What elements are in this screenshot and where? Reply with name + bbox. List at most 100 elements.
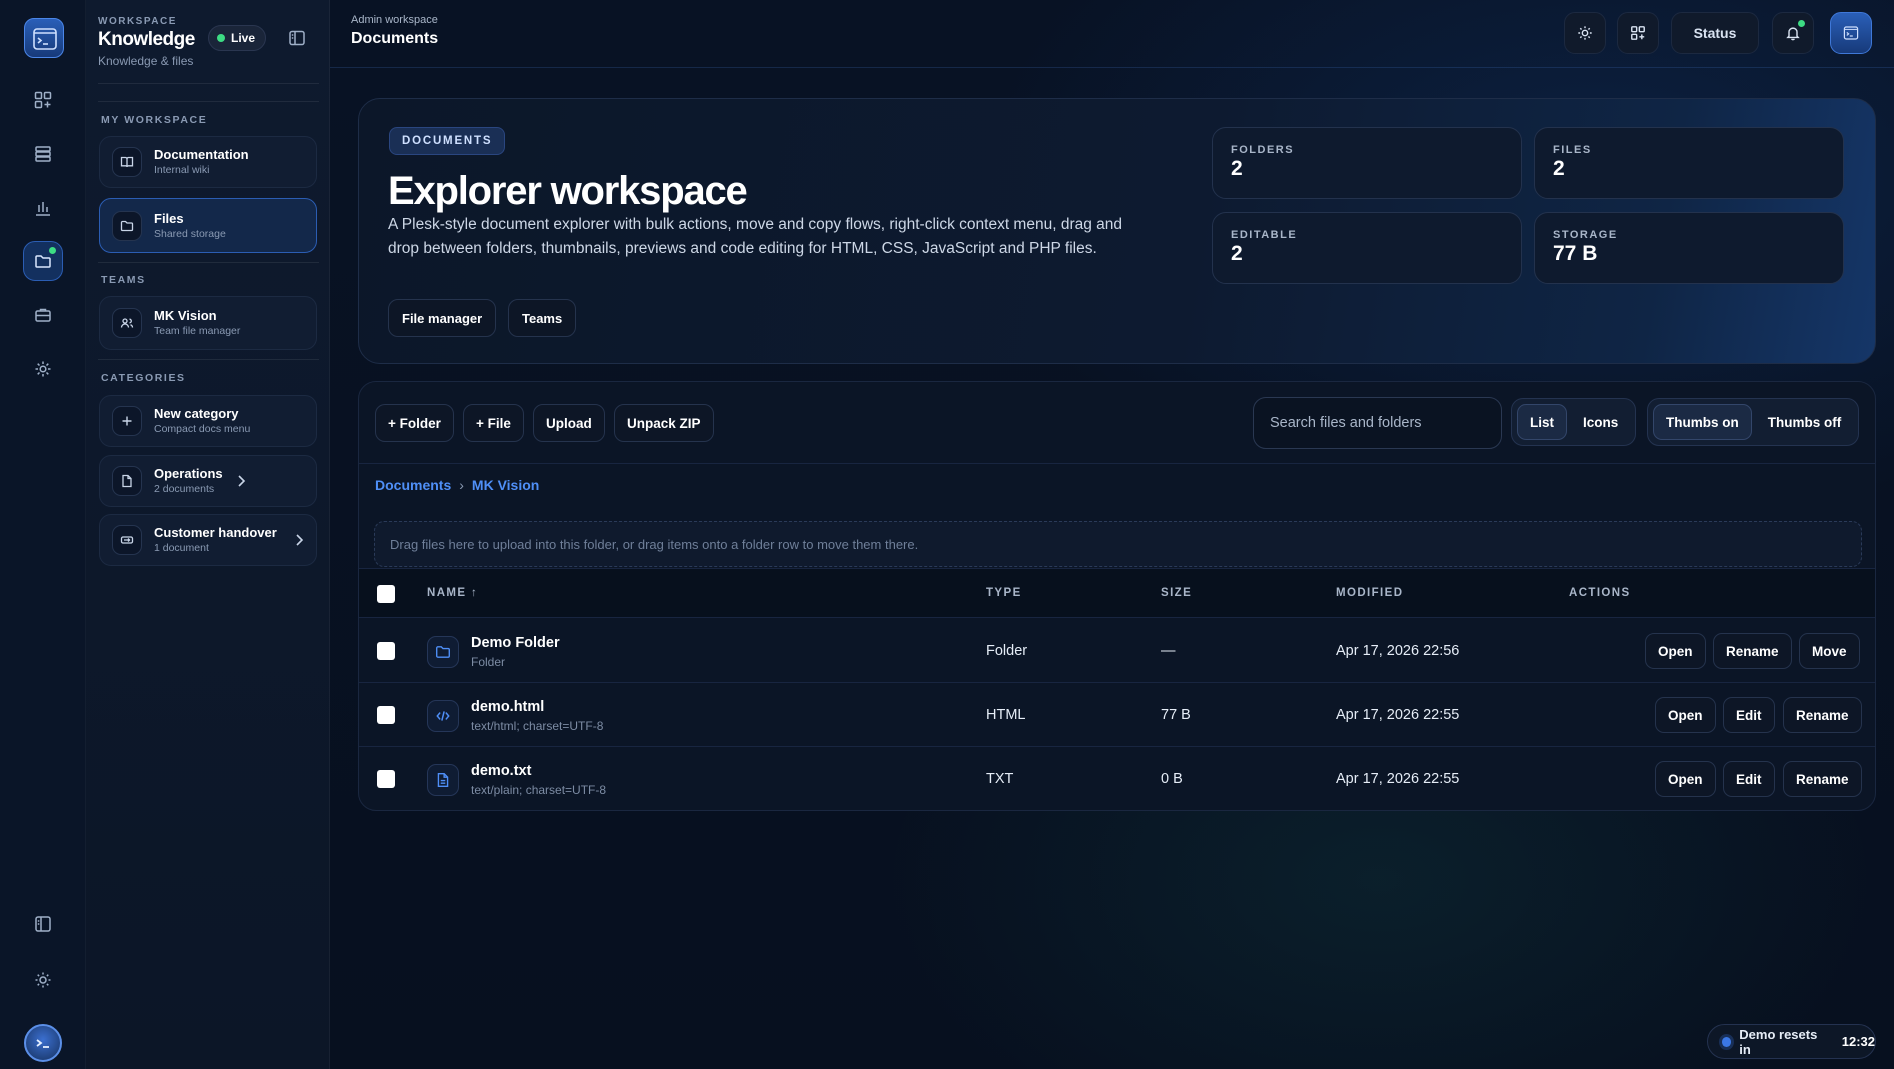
sidebar-item-mk-vision[interactable]: MK Vision Team file manager [99,296,317,350]
unpack-zip-button[interactable]: Unpack ZIP [614,404,714,442]
file-name[interactable]: demo.html [471,699,544,715]
hero-description: A Plesk-style document explorer with bul… [388,216,1123,257]
column-modified[interactable]: MODIFIED [1336,587,1403,599]
divider [98,359,319,360]
table-row[interactable]: demo.html text/html; charset=UTF-8 HTML … [359,683,1875,747]
live-label: Live [231,31,256,45]
live-dot-icon [217,34,225,42]
row-checkbox[interactable] [377,706,395,724]
sidebar-item-sub: Shared storage [154,227,226,240]
workspace-title: Knowledge [98,29,195,50]
sidebar-item-label: New category [154,406,239,422]
search-input[interactable]: Search files and folders [1253,397,1502,449]
sidebar-item-documentation[interactable]: Documentation Internal wiki [99,136,317,188]
edit-button[interactable]: Edit [1723,697,1775,733]
stat-files: FILES 2 [1534,127,1844,199]
sidebar-item-customer-handover[interactable]: Customer handover 1 document [99,514,317,566]
thumbs-off-button[interactable]: Thumbs off [1756,404,1854,440]
file-type: Folder [986,643,1028,659]
stat-editable: EDITABLE 2 [1212,212,1522,284]
stat-folders: FOLDERS 2 [1212,127,1522,199]
chevron-right-icon[interactable] [236,474,246,488]
divider [98,101,319,102]
sidebar-item-files[interactable]: Files Shared storage [99,198,317,253]
terminal-logo-icon[interactable] [24,18,64,58]
apps-grid-icon [1630,25,1646,41]
row-checkbox[interactable] [377,770,395,788]
status-button[interactable]: Status [1671,12,1759,54]
stat-label: EDITABLE [1231,229,1298,241]
rename-button[interactable]: Rename [1783,697,1862,733]
move-button[interactable]: Move [1799,633,1860,669]
table-row[interactable]: Demo Folder Folder Folder — Apr 17, 2026… [359,619,1875,683]
stat-value: 2 [1231,157,1243,180]
table-row[interactable]: demo.txt text/plain; charset=UTF-8 TXT 0… [359,747,1875,810]
column-type[interactable]: TYPE [986,587,1022,599]
apps-grid-button[interactable] [1617,12,1659,54]
upload-button[interactable]: Upload [533,404,605,442]
edit-button[interactable]: Edit [1723,761,1775,797]
file-size: 77 B [1161,707,1191,723]
collapse-sidebar-icon[interactable] [286,27,308,49]
chart-icon[interactable] [23,188,63,228]
notifications-button[interactable] [1772,12,1814,54]
reset-countdown: 12:32 [1841,1034,1875,1049]
select-all-checkbox[interactable] [377,585,395,603]
thumbnail-toggle: Thumbs on Thumbs off [1647,398,1860,446]
stat-storage: STORAGE 77 B [1534,212,1844,284]
breadcrumb-current-link[interactable]: MK Vision [472,477,539,493]
user-menu-button[interactable] [1830,12,1872,54]
handshake-icon [112,525,142,555]
thumbs-on-button[interactable]: Thumbs on [1653,404,1752,440]
sidebar-item-sub: Internal wiki [154,164,210,176]
briefcase-icon[interactable] [23,295,63,335]
theme-toggle-button[interactable] [1564,12,1606,54]
open-button[interactable]: Open [1655,697,1716,733]
open-button[interactable]: Open [1645,633,1706,669]
chevron-right-icon[interactable] [294,533,304,547]
sidebar-item-sub: 1 document [154,542,209,554]
file-name[interactable]: demo.txt [471,763,531,779]
section-categories: CATEGORIES [101,372,186,384]
divider [98,83,319,84]
stat-label: FOLDERS [1231,144,1295,156]
code-icon [427,700,459,732]
open-button[interactable]: Open [1655,761,1716,797]
dashboard-grid-icon[interactable] [23,80,63,120]
file-manager-button[interactable]: File manager [388,299,497,337]
avatar[interactable] [24,1024,62,1062]
top-bar: Admin workspace Documents Status [330,0,1894,68]
section-my-workspace: MY WORKSPACE [101,114,208,126]
file-type: HTML [986,707,1026,723]
sun-icon[interactable] [23,960,63,1000]
new-folder-button[interactable]: + Folder [375,404,454,442]
upload-dropzone[interactable]: Drag files here to upload into this fold… [374,521,1862,567]
folder-icon [112,210,142,241]
file-explorer-panel: + Folder + File Upload Unpack ZIP Search… [358,381,1876,811]
file-modified: Apr 17, 2026 22:55 [1336,707,1460,723]
row-checkbox[interactable] [377,642,395,660]
column-size[interactable]: SIZE [1161,587,1192,599]
sun-icon [1577,25,1593,41]
folder-icon[interactable] [23,241,63,281]
gear-icon[interactable] [23,349,63,389]
server-icon[interactable] [23,134,63,174]
file-subtitle: text/plain; charset=UTF-8 [471,783,607,797]
sidebar-toggle-icon[interactable] [23,904,63,944]
rename-button[interactable]: Rename [1783,761,1862,797]
view-icons-button[interactable]: Icons [1571,404,1630,440]
view-list-button[interactable]: List [1517,404,1568,440]
file-name[interactable]: Demo Folder [471,635,560,651]
new-file-button[interactable]: + File [463,404,524,442]
sidebar-item-new-category[interactable]: New category Compact docs menu [99,395,317,447]
status-dot-icon [1722,1036,1732,1047]
sidebar: WORKSPACE Knowledge Knowledge & files Li… [86,0,330,1069]
teams-button[interactable]: Teams [508,299,577,337]
column-name-sort[interactable]: NAME ↑ [427,587,478,599]
stat-value: 2 [1231,242,1243,265]
sidebar-item-operations[interactable]: Operations 2 documents [99,455,317,507]
hero-panel: DOCUMENTS Explorer workspace A Plesk-sty… [358,98,1876,364]
rename-button[interactable]: Rename [1713,633,1792,669]
hero-title: Explorer workspace [388,169,748,213]
breadcrumb-root-link[interactable]: Documents [375,477,451,493]
